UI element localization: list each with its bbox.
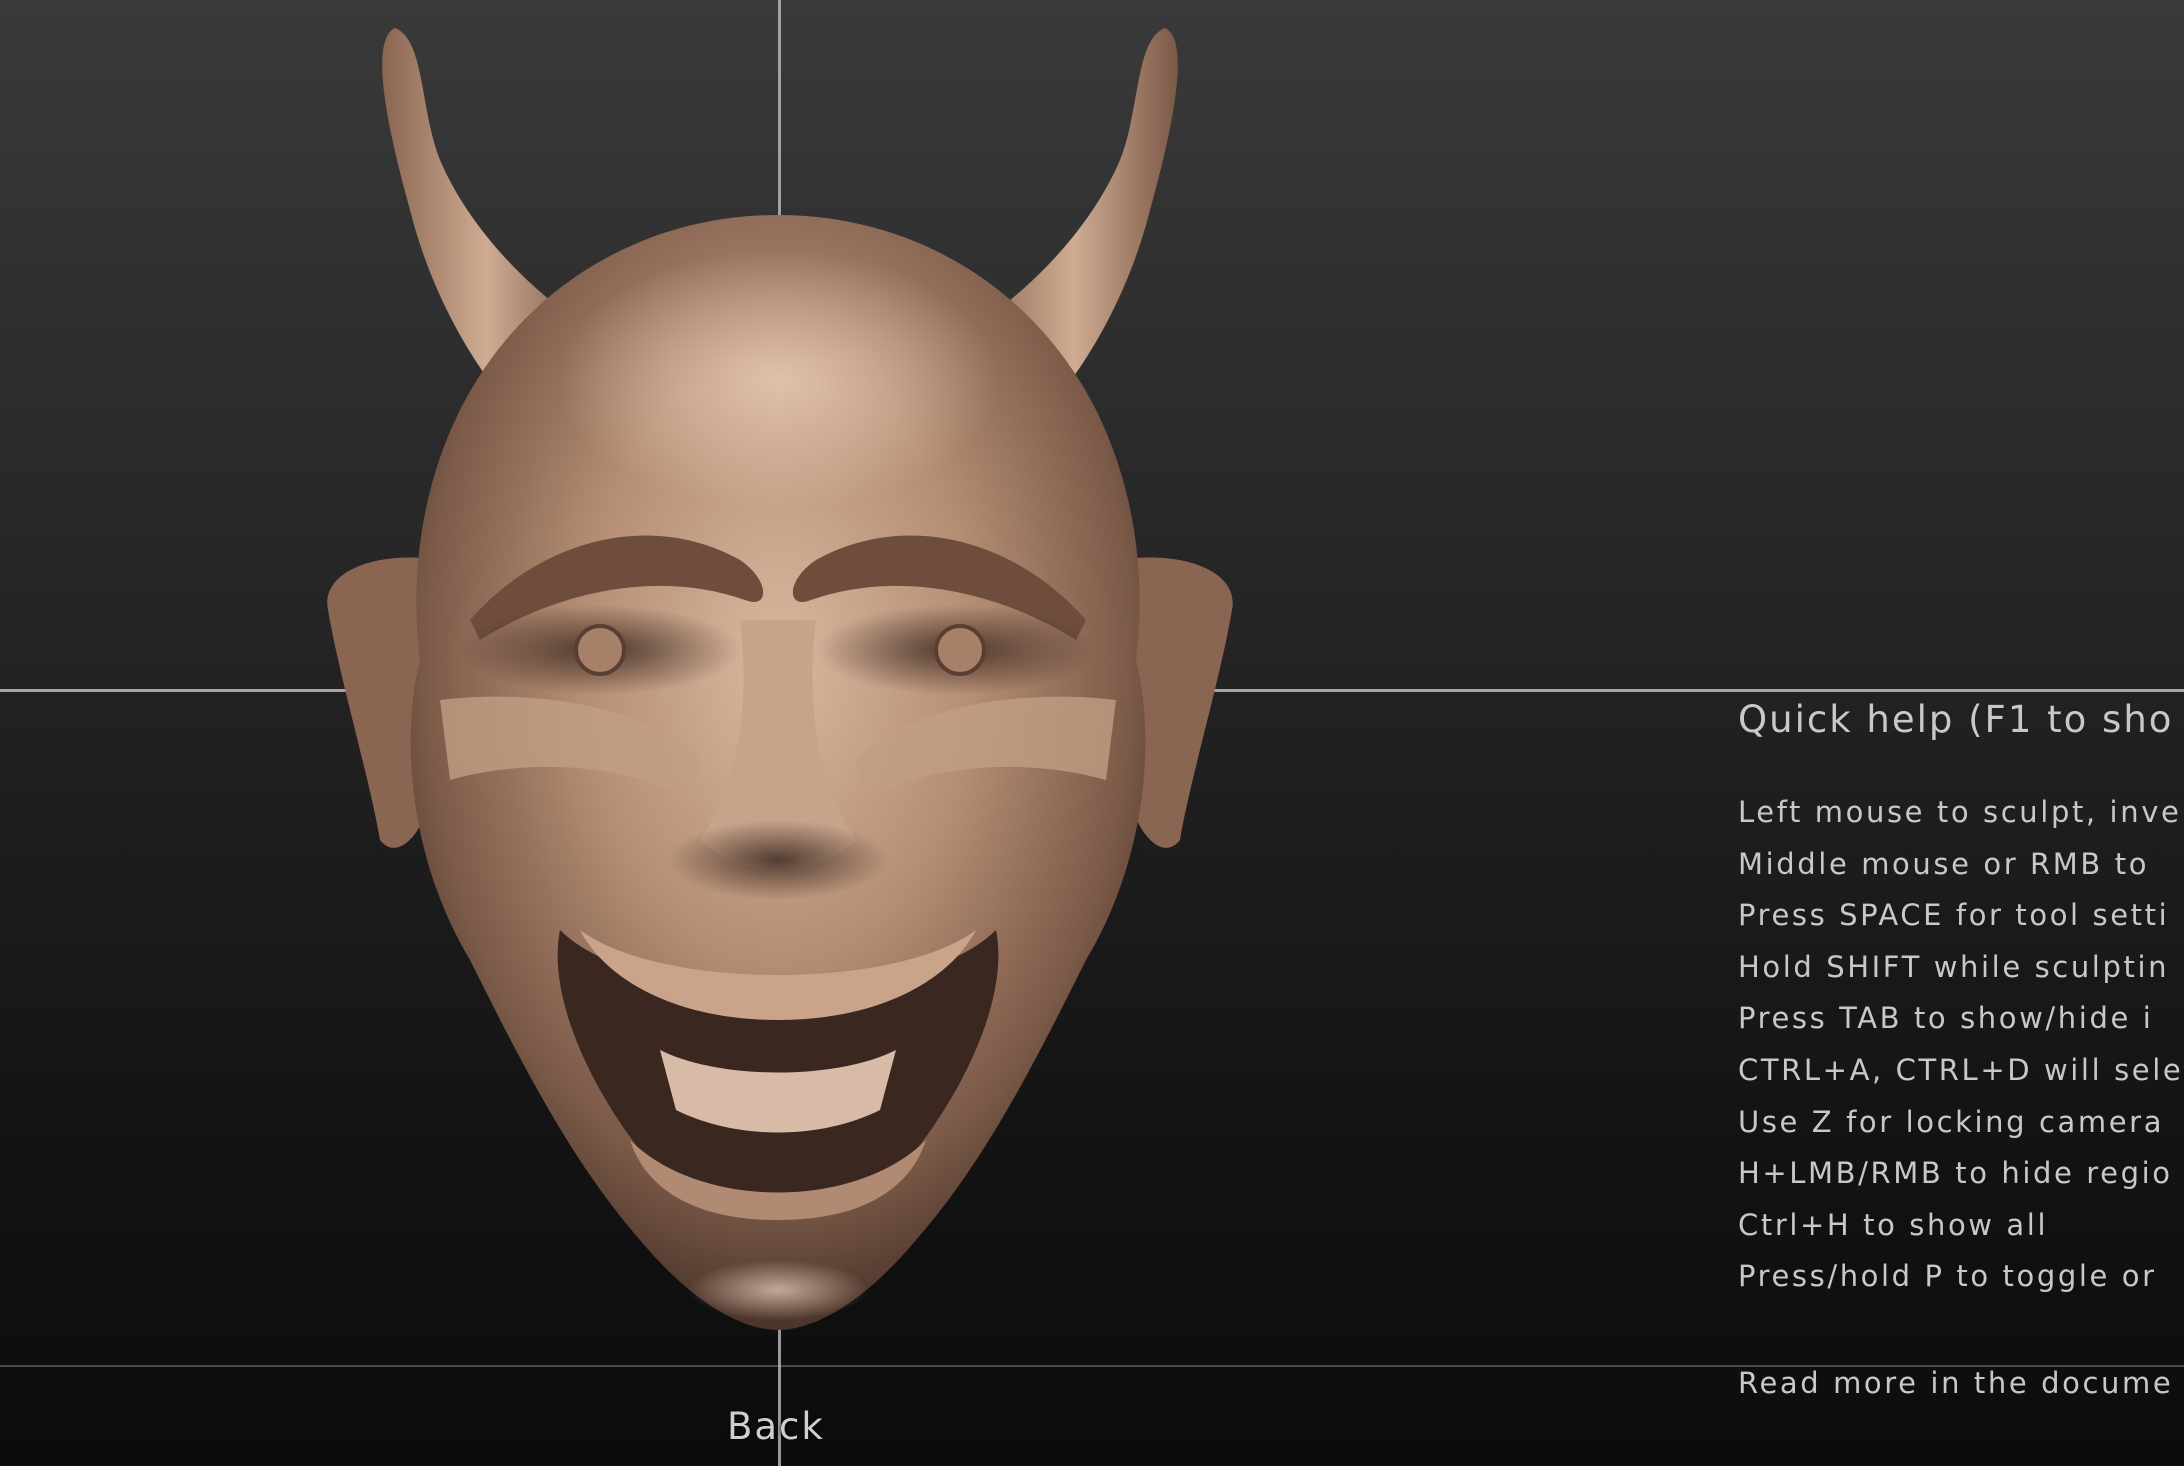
quick-help-line: CTRL+A, CTRL+D will sele bbox=[1738, 1052, 2184, 1087]
quick-help-line: Press SPACE for tool setti bbox=[1738, 898, 2170, 933]
quick-help-line: Press/hold P to toggle or bbox=[1738, 1259, 2157, 1294]
quick-help-line: Hold SHIFT while sculptin bbox=[1738, 949, 2170, 984]
quick-help-line: Middle mouse or RMB to bbox=[1738, 846, 2150, 881]
quick-help-line: Ctrl+H to show all bbox=[1738, 1207, 2049, 1242]
quick-help-line: Use Z for locking camera bbox=[1738, 1104, 2165, 1139]
left-eye bbox=[574, 624, 626, 676]
view-orientation-label: Back bbox=[727, 1405, 825, 1448]
quick-help-line: H+LMB/RMB to hide regio bbox=[1738, 1156, 2173, 1191]
sculpt-viewport[interactable]: Quick help (F1 to sho Left mouse to scul… bbox=[0, 0, 2184, 1466]
quick-help-line: Left mouse to sculpt, inve bbox=[1738, 795, 2182, 829]
quick-help-panel: Quick help (F1 to sho Left mouse to scul… bbox=[1738, 698, 2184, 1303]
quick-help-footer[interactable]: Read more in the docume bbox=[1738, 1366, 2173, 1400]
quick-help-line: Press TAB to show/hide i bbox=[1738, 1001, 2154, 1036]
right-eye bbox=[934, 624, 986, 676]
quick-help-title: Quick help (F1 to sho bbox=[1738, 698, 2174, 741]
